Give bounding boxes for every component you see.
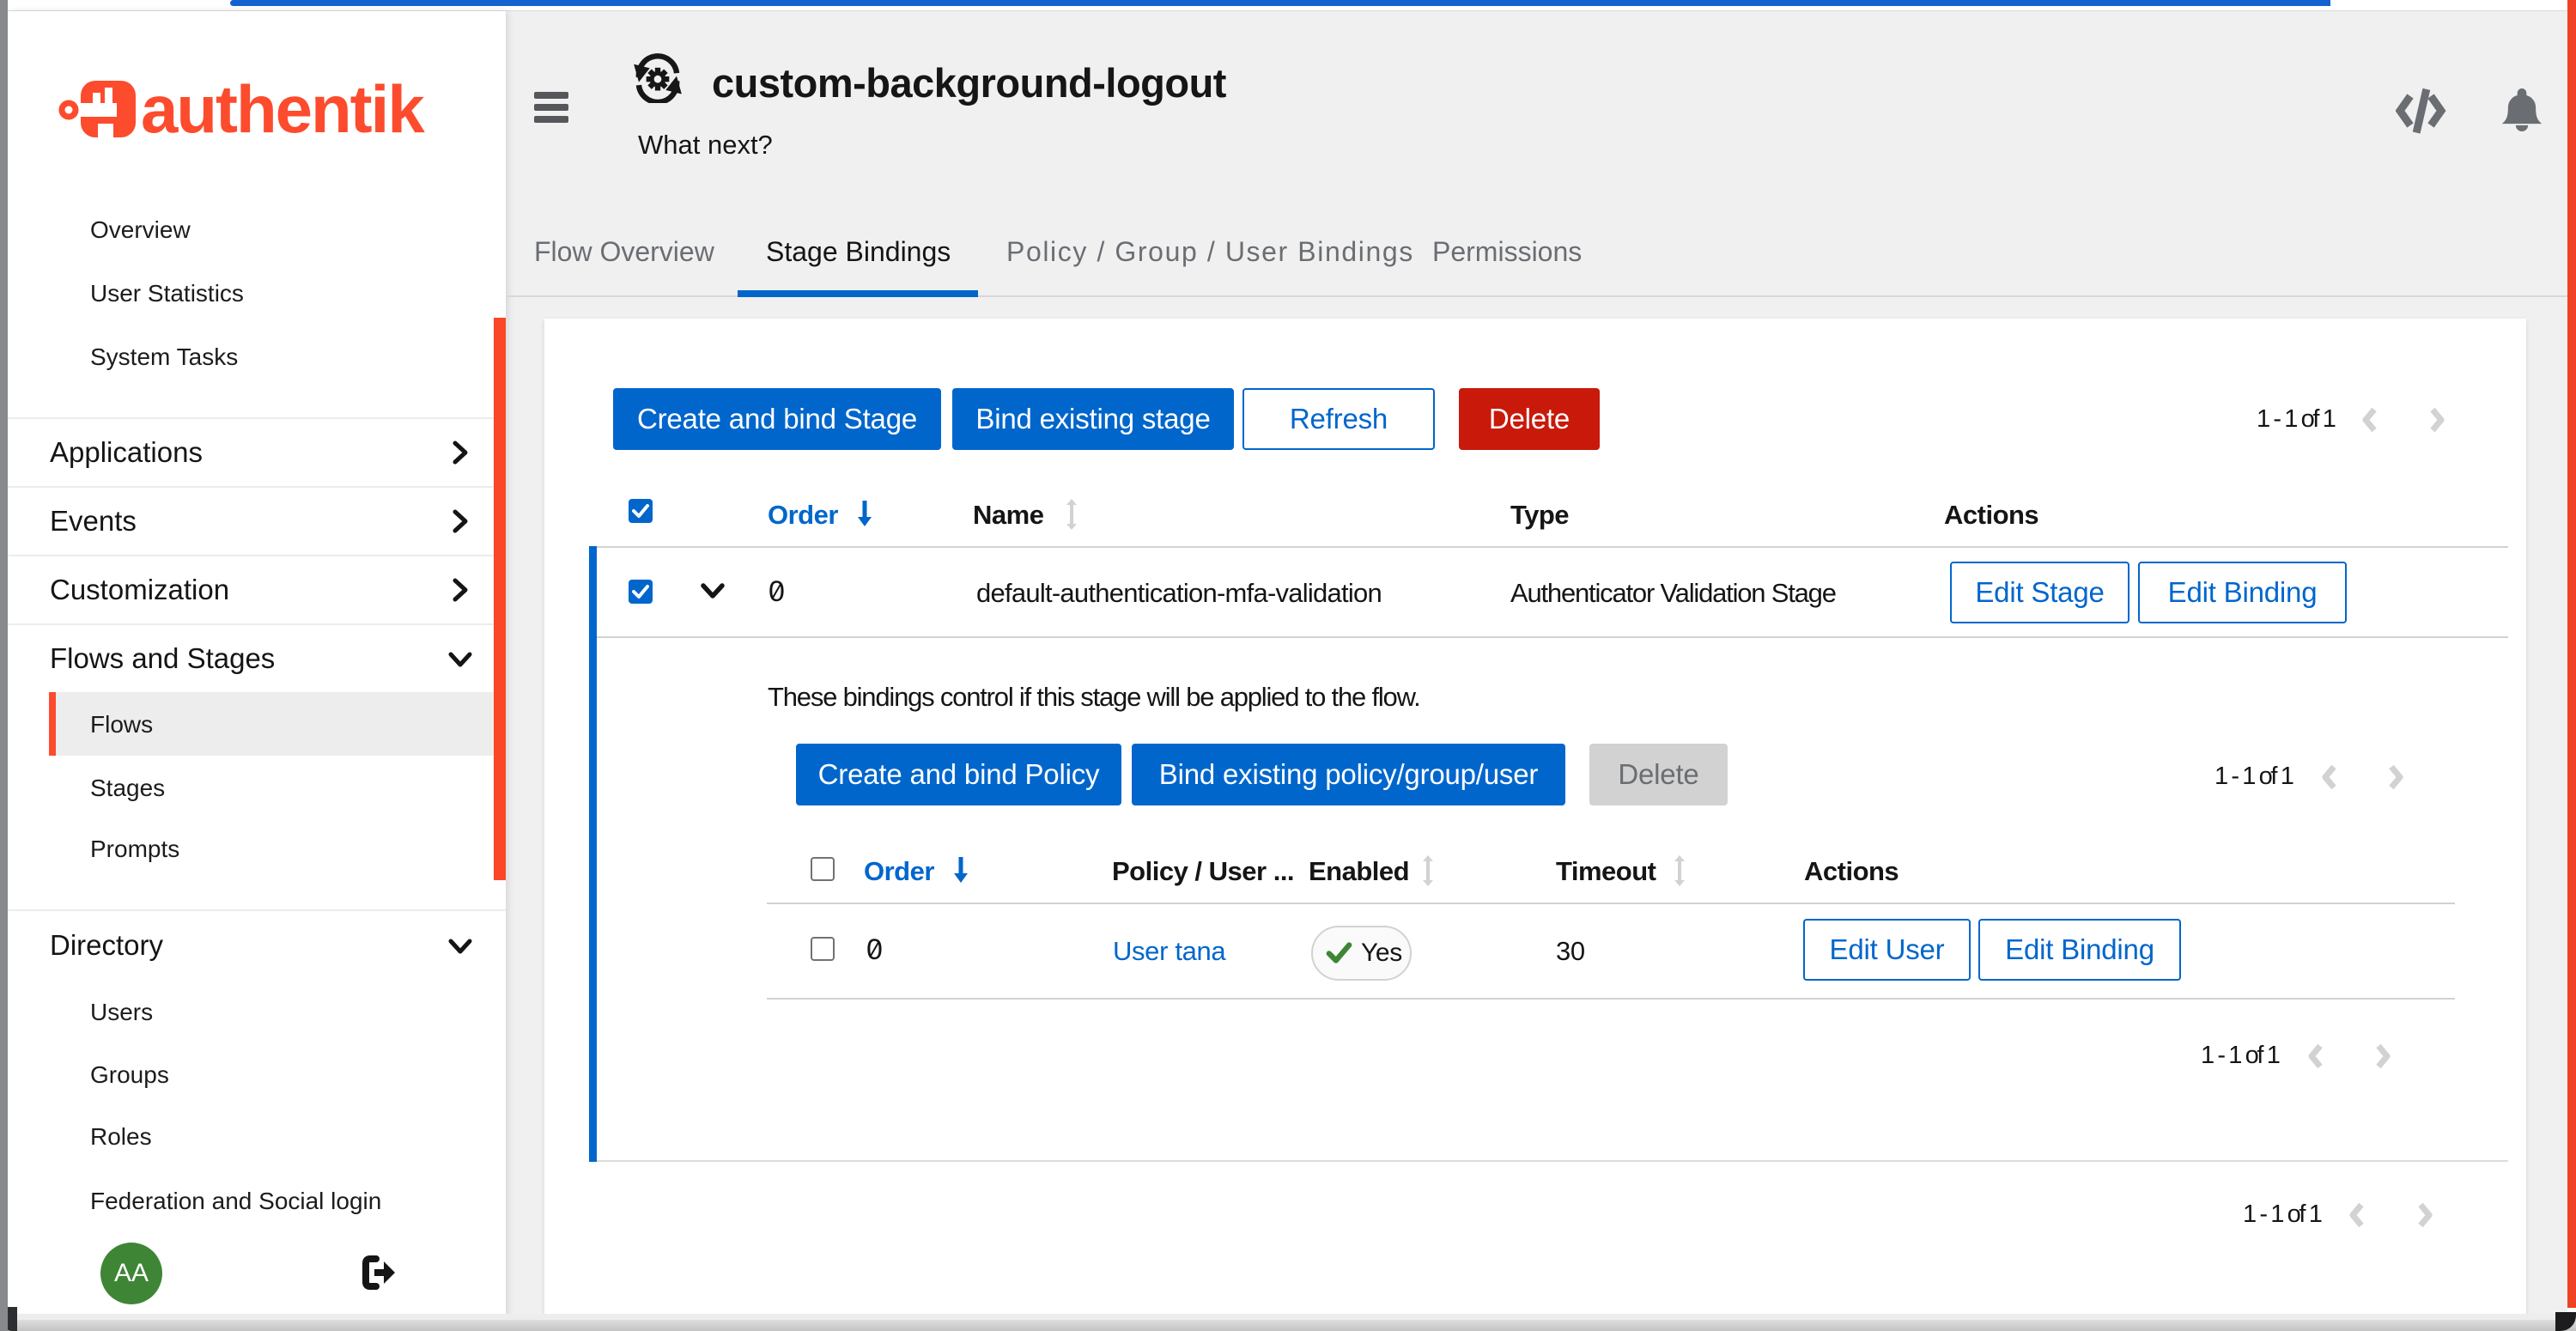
svg-text:authentik: authentik: [141, 72, 425, 146]
